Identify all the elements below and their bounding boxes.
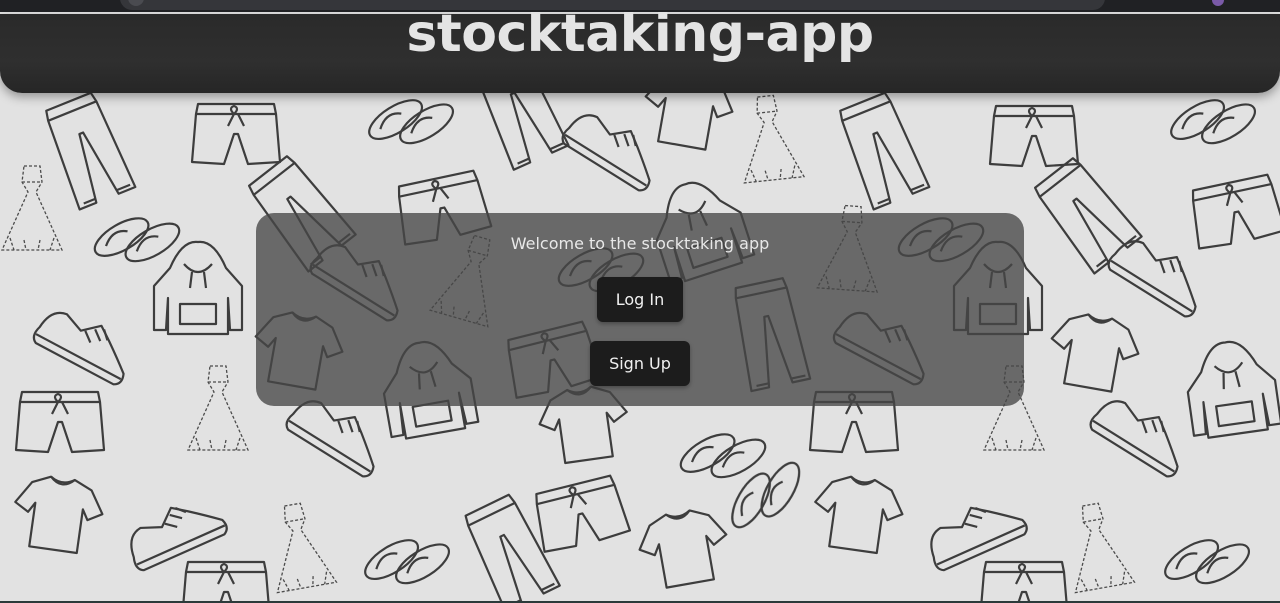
welcome-card: Welcome to the stocktaking app Log In Si… (256, 213, 1024, 406)
site-info-icon[interactable] (128, 0, 144, 6)
extension-icon[interactable] (1212, 0, 1224, 6)
app-title: stocktaking-app (406, 4, 874, 65)
browser-address-bar[interactable] (120, 0, 1105, 10)
app-header: stocktaking-app (0, 4, 1280, 93)
signup-button[interactable]: Sign Up (590, 341, 690, 386)
login-button[interactable]: Log In (597, 277, 683, 322)
browser-toolbar (0, 0, 1280, 12)
welcome-message: Welcome to the stocktaking app (510, 234, 770, 253)
